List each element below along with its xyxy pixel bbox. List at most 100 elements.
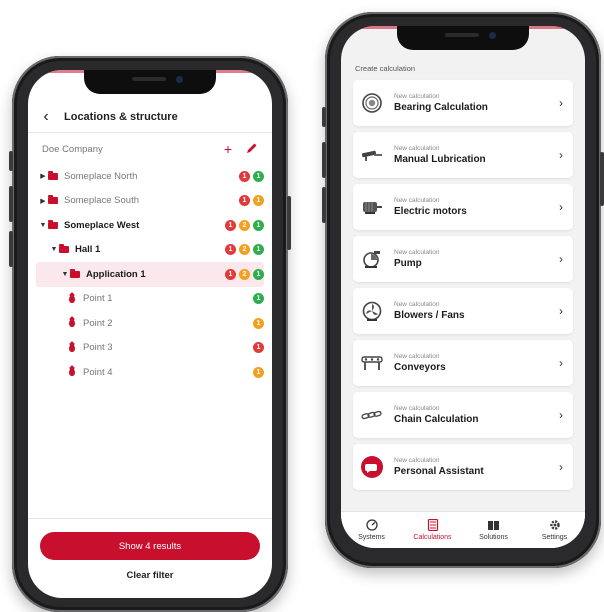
- lubrication-point-icon: [69, 319, 75, 328]
- status-badge-red: 1: [225, 268, 236, 280]
- silent-switch: [9, 151, 13, 171]
- folder-icon: [48, 170, 58, 180]
- caret-right-icon[interactable]: ▶: [38, 172, 48, 180]
- chevron-right-icon: ›: [559, 148, 563, 162]
- lubrication-point-icon: [69, 294, 75, 303]
- tree-point-row[interactable]: Point 3 1: [36, 336, 264, 361]
- tab-systems[interactable]: Systems: [341, 512, 402, 548]
- status-badge-orange: 2: [239, 219, 250, 231]
- silent-switch: [322, 107, 326, 127]
- tree-item-label: Point 3: [83, 342, 113, 354]
- company-actions: +: [224, 141, 258, 157]
- card-text: New calculation Manual Lubrication: [394, 145, 549, 165]
- caret-down-icon[interactable]: ▼: [49, 246, 59, 253]
- caret-down-icon[interactable]: ▼: [38, 222, 48, 229]
- card-subtitle: New calculation: [394, 197, 440, 204]
- calculation-card[interactable]: New calculation Electric motors ›: [353, 184, 573, 230]
- tree-folder-row[interactable]: ▼ Application 1 121: [36, 262, 264, 287]
- calculation-card[interactable]: New calculation Bearing Calculation ›: [353, 80, 573, 126]
- status-badges: 1: [253, 293, 264, 305]
- card-title: Personal Assistant: [394, 466, 484, 477]
- notch: [84, 70, 216, 94]
- left-phone-frame: ‹ Locations & structure Doe Company + ▶ S…: [9, 56, 291, 612]
- card-text: New calculation Blowers / Fans: [394, 301, 549, 321]
- card-title: Electric motors: [394, 206, 467, 217]
- card-title: Pump: [394, 258, 422, 269]
- chat-icon: [361, 456, 383, 478]
- company-name: Doe Company: [42, 143, 103, 155]
- tree-point-row[interactable]: Point 4 1: [36, 360, 264, 385]
- status-badge-green: 1: [253, 219, 264, 231]
- status-badge-red: 1: [239, 170, 250, 182]
- chevron-right-icon: ›: [559, 252, 563, 266]
- status-badge-green: 1: [253, 170, 264, 182]
- left-screen: ‹ Locations & structure Doe Company + ▶ S…: [28, 70, 272, 598]
- card-title: Manual Lubrication: [394, 154, 486, 165]
- chevron-right-icon: ›: [559, 460, 563, 474]
- card-title: Conveyors: [394, 362, 446, 373]
- page-title: Locations & structure: [64, 111, 178, 123]
- location-tree: ▶ Someplace North 1 1 ▶ Someplace South 1 1 ▼ Som…: [36, 164, 264, 385]
- tab-solutions[interactable]: Solutions: [463, 512, 524, 548]
- lubrication-point-icon: [69, 368, 75, 377]
- tree-item-label: Someplace North: [64, 170, 138, 182]
- company-row: Doe Company +: [42, 140, 258, 158]
- notch: [397, 26, 529, 50]
- status-badges: 11: [239, 195, 264, 207]
- tab-calculations[interactable]: Calculations: [402, 512, 463, 548]
- status-badge-red: 1: [253, 342, 264, 354]
- clear-filter-button[interactable]: Clear filter: [28, 570, 272, 581]
- status-badge-red: 1: [225, 219, 236, 231]
- chevron-right-icon: ›: [559, 356, 563, 370]
- tree-item-label: Application 1: [86, 268, 146, 280]
- tab-label: Systems: [358, 534, 385, 541]
- chevron-right-icon: ›: [559, 304, 563, 318]
- caret-right-icon[interactable]: ▶: [38, 197, 48, 205]
- card-subtitle: New calculation: [394, 353, 440, 360]
- tree-item-label: Hall 1: [75, 244, 101, 256]
- calculation-card[interactable]: New calculation Conveyors ›: [353, 340, 573, 386]
- show-results-button[interactable]: Show 4 results: [40, 532, 260, 560]
- card-text: New calculation Chain Calculation: [394, 405, 549, 425]
- tree-folder-row[interactable]: ▶ Someplace North 1 1: [36, 164, 264, 189]
- gear-icon: [549, 519, 561, 532]
- status-badges: 121: [225, 244, 264, 256]
- tab-label: Solutions: [479, 534, 508, 541]
- status-badge-green: 1: [253, 268, 264, 280]
- card-subtitle: New calculation: [394, 301, 440, 308]
- caret-down-icon[interactable]: ▼: [60, 271, 70, 278]
- pencil-icon[interactable]: [246, 141, 258, 157]
- calculation-card[interactable]: New calculation Chain Calculation ›: [353, 392, 573, 438]
- tree-folder-row[interactable]: ▼ Someplace West 1 2 1: [36, 213, 264, 238]
- status-badge-orange: 1: [253, 317, 264, 329]
- book-icon: [487, 519, 500, 532]
- right-phone-frame: Create calculation New calculation Bearin…: [322, 12, 604, 568]
- chevron-left-icon[interactable]: ‹: [28, 108, 64, 126]
- calculation-card[interactable]: New calculation Blowers / Fans ›: [353, 288, 573, 334]
- status-badges: 121: [225, 219, 264, 231]
- card-subtitle: New calculation: [394, 457, 440, 464]
- tree-point-row[interactable]: Point 2 1: [36, 311, 264, 336]
- calculation-card[interactable]: New calculation Personal Assistant ›: [353, 444, 573, 490]
- card-title: Blowers / Fans: [394, 310, 465, 321]
- calculation-card[interactable]: New calculation Pump ›: [353, 236, 573, 282]
- card-text: New calculation Bearing Calculation: [394, 93, 549, 113]
- chevron-right-icon: ›: [559, 200, 563, 214]
- motor-icon: [361, 196, 383, 218]
- volume-down-button: [9, 231, 13, 267]
- pump-icon: [361, 248, 383, 270]
- tree-folder-row[interactable]: ▼ Hall 1 121: [36, 238, 264, 263]
- lubrication-point-icon: [69, 343, 75, 352]
- tree-point-row[interactable]: Point 1 1: [36, 287, 264, 312]
- status-badge-orange: 1: [253, 366, 264, 378]
- tab-settings[interactable]: Settings: [524, 512, 585, 548]
- tree-item-label: Point 1: [83, 293, 113, 305]
- card-title: Bearing Calculation: [394, 102, 488, 113]
- tree-folder-row[interactable]: ▶ Someplace South 1 1: [36, 189, 264, 214]
- status-badges: 1: [253, 366, 264, 378]
- plus-icon[interactable]: +: [224, 141, 232, 157]
- calculation-card[interactable]: New calculation Manual Lubrication ›: [353, 132, 573, 178]
- conveyor-icon: [361, 352, 383, 374]
- fan-icon: [361, 300, 383, 322]
- volume-up-button: [322, 142, 326, 178]
